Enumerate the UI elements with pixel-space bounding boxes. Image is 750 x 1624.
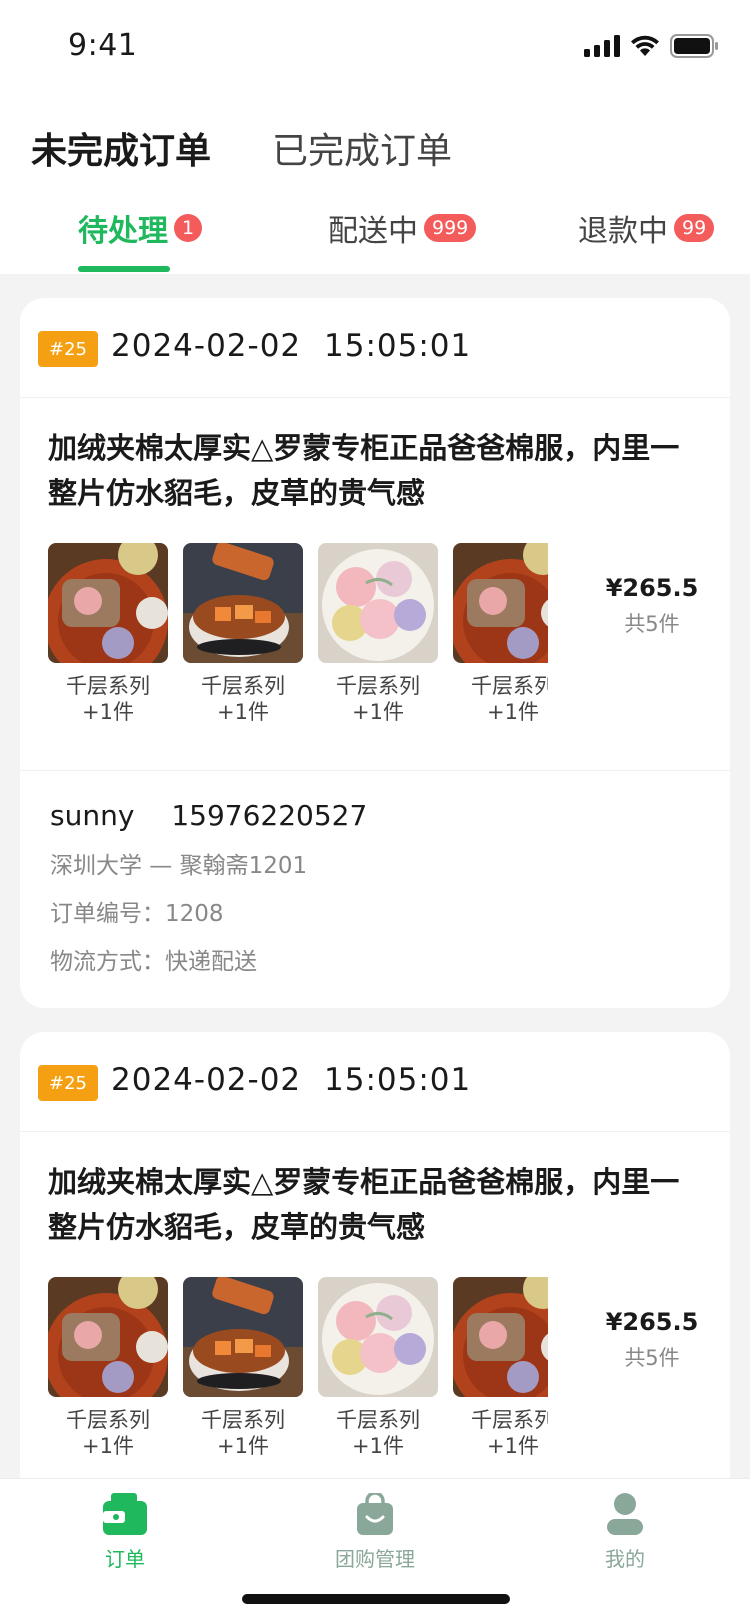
product-count: +1件 bbox=[487, 700, 539, 723]
product-item[interactable]: 千层系列 +1件 bbox=[318, 543, 438, 723]
product-thumbnail bbox=[453, 1277, 548, 1397]
header: 未完成订单 已完成订单 待处理 1 配送中 999 退款中 99 bbox=[0, 96, 750, 274]
subtab-pending-label: 待处理 bbox=[78, 214, 168, 249]
product-item[interactable]: 千层系列 +1件 bbox=[318, 1277, 438, 1457]
product-count: +1件 bbox=[487, 1434, 539, 1457]
customer-line: sunny 15976220527 bbox=[50, 799, 730, 832]
product-item[interactable]: 千层系列 +1件 bbox=[453, 1277, 548, 1457]
product-item[interactable]: 千层系列 +1件 bbox=[48, 543, 168, 723]
product-count: +1件 bbox=[217, 700, 269, 723]
nav-label-group-buy: 团购管理 bbox=[335, 1547, 415, 1571]
wallet-icon bbox=[103, 1493, 147, 1535]
product-count: +1件 bbox=[82, 1434, 134, 1457]
subtab-delivering-label: 配送中 bbox=[328, 214, 418, 249]
nav-label-profile: 我的 bbox=[605, 1547, 645, 1571]
product-list[interactable]: 千层系列 +1件 千层系列 +1件 千层系列 +1件 千层系列 +1件 bbox=[48, 1277, 548, 1457]
order-tag: #25 bbox=[38, 1065, 98, 1101]
subtab-delivering-badge: 999 bbox=[424, 214, 477, 242]
subtab-refunding[interactable]: 退款中 99 bbox=[578, 206, 715, 250]
order-title: 加绒夹棉太厚实△罗蒙专柜正品爸爸棉服，内里一整片仿水貂毛，皮草的贵气感 bbox=[48, 1165, 680, 1244]
product-item[interactable]: 千层系列 +1件 bbox=[183, 543, 303, 723]
order-price: ¥265.5 bbox=[605, 574, 699, 602]
product-thumbnail bbox=[318, 543, 438, 663]
product-count: +1件 bbox=[352, 1434, 404, 1457]
customer-name: sunny bbox=[50, 799, 135, 832]
product-count: +1件 bbox=[217, 1434, 269, 1457]
shopping-bag-icon bbox=[357, 1491, 393, 1535]
nav-label-orders: 订单 bbox=[105, 1547, 145, 1571]
status-time: 9:41 bbox=[68, 28, 138, 63]
product-count: +1件 bbox=[352, 700, 404, 723]
nav-item-group-buy[interactable]: 团购管理 bbox=[315, 1491, 435, 1572]
subtab-pending[interactable]: 待处理 1 bbox=[78, 206, 203, 250]
product-thumbnail bbox=[48, 1277, 168, 1397]
wifi-icon bbox=[631, 35, 659, 56]
order-datetime: 2024-02-02 15:05:01 bbox=[111, 1062, 472, 1098]
product-name: 千层系列 bbox=[336, 1408, 420, 1432]
order-card[interactable]: #25 2024-02-02 15:05:01 加绒夹棉太厚实△罗蒙专柜正品爸爸… bbox=[20, 298, 730, 1008]
status-icons bbox=[584, 34, 718, 58]
order-quantity: 共5件 bbox=[624, 1346, 680, 1370]
product-name: 千层系列 bbox=[336, 674, 420, 698]
order-card-header: #25 2024-02-02 15:05:01 bbox=[20, 298, 730, 398]
subtab-refunding-badge: 99 bbox=[674, 214, 715, 242]
product-name: 千层系列 bbox=[201, 1408, 285, 1432]
home-indicator bbox=[242, 1594, 510, 1604]
tab-incomplete-orders[interactable]: 未完成订单 bbox=[31, 122, 211, 174]
order-info: sunny 15976220527 深圳大学 — 聚翰斋1201 订单编号：12… bbox=[20, 770, 730, 976]
product-thumbnail bbox=[183, 1277, 303, 1397]
order-number: 订单编号：1208 bbox=[50, 901, 224, 927]
product-item[interactable]: 千层系列 +1件 bbox=[453, 543, 548, 723]
order-quantity: 共5件 bbox=[624, 612, 680, 636]
order-price: ¥265.5 bbox=[605, 1308, 699, 1336]
order-price-box: ¥265.5 共5件 bbox=[602, 574, 702, 638]
product-list[interactable]: 千层系列 +1件 千层系列 +1件 千层系列 +1件 千层系列 +1件 bbox=[48, 543, 548, 723]
subtab-refunding-label: 退款中 bbox=[578, 214, 668, 249]
signal-icon bbox=[584, 35, 620, 57]
product-name: 千层系列 bbox=[66, 674, 150, 698]
product-thumbnail bbox=[453, 543, 548, 663]
product-name: 千层系列 bbox=[66, 1408, 150, 1432]
subtab-active-indicator bbox=[78, 266, 170, 272]
product-name: 千层系列 bbox=[471, 1408, 548, 1432]
subtab-pending-badge: 1 bbox=[174, 214, 203, 242]
product-item[interactable]: 千层系列 +1件 bbox=[183, 1277, 303, 1457]
product-thumbnail bbox=[183, 543, 303, 663]
order-datetime: 2024-02-02 15:05:01 bbox=[111, 328, 472, 364]
order-title: 加绒夹棉太厚实△罗蒙专柜正品爸爸棉服，内里一整片仿水貂毛，皮草的贵气感 bbox=[48, 431, 680, 510]
battery-icon bbox=[670, 34, 718, 58]
order-price-box: ¥265.5 共5件 bbox=[602, 1308, 702, 1372]
product-name: 千层系列 bbox=[201, 674, 285, 698]
order-card-header: #25 2024-02-02 15:05:01 bbox=[20, 1032, 730, 1132]
status-bar: 9:41 bbox=[0, 0, 750, 96]
delivery-address: 深圳大学 — 聚翰斋1201 bbox=[50, 853, 308, 879]
product-item[interactable]: 千层系列 +1件 bbox=[48, 1277, 168, 1457]
customer-phone[interactable]: 15976220527 bbox=[171, 799, 367, 832]
order-tag: #25 bbox=[38, 331, 98, 367]
product-thumbnail bbox=[318, 1277, 438, 1397]
user-icon bbox=[607, 1493, 643, 1535]
nav-item-orders[interactable]: 订单 bbox=[65, 1493, 185, 1572]
delivery-method: 物流方式：快递配送 bbox=[50, 949, 257, 975]
product-count: +1件 bbox=[82, 700, 134, 723]
product-name: 千层系列 bbox=[471, 674, 548, 698]
product-thumbnail bbox=[48, 543, 168, 663]
tab-completed-orders[interactable]: 已完成订单 bbox=[272, 122, 452, 174]
nav-item-profile[interactable]: 我的 bbox=[565, 1493, 685, 1572]
subtab-delivering[interactable]: 配送中 999 bbox=[328, 206, 477, 250]
